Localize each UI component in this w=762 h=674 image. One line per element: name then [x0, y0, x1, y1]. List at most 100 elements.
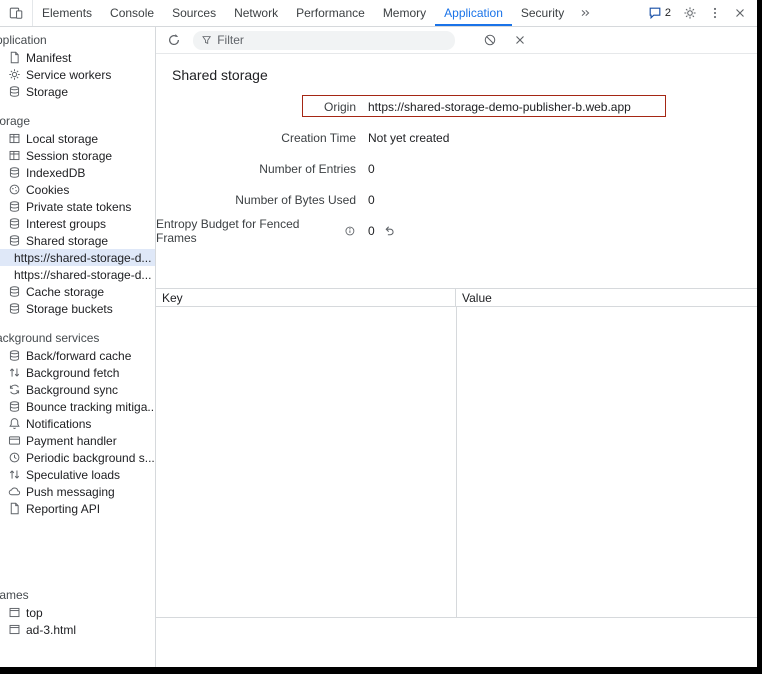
sidebar-tree: Application Manifest Service workers Sto… [0, 32, 156, 638]
origin-row: Origin https://shared-storage-demo-publi… [156, 91, 757, 122]
refresh-button[interactable] [163, 29, 185, 51]
filter-funnel-icon [201, 34, 212, 46]
card-icon [8, 434, 21, 447]
delete-all-button[interactable] [479, 29, 501, 51]
sidebar-item-label: Back/forward cache [26, 349, 131, 363]
filter-box[interactable] [193, 31, 455, 50]
tab-memory[interactable]: Memory [374, 0, 435, 26]
column-divider[interactable] [456, 307, 457, 617]
tab-sources[interactable]: Sources [163, 0, 225, 26]
undo-icon [383, 224, 396, 237]
sidebar-item-label: Periodic background s... [26, 451, 155, 465]
sidebar-item-periodic-background-sync[interactable]: Periodic background s... [0, 449, 156, 466]
more-options-button[interactable] [704, 2, 726, 24]
up-down-arrows-icon [8, 468, 21, 481]
database-icon [8, 400, 21, 413]
console-messages-indicator[interactable]: 2 [643, 6, 676, 20]
database-icon [8, 234, 21, 247]
sidebar-item-session-storage[interactable]: Session storage [0, 147, 156, 164]
sidebar-item-label: Cookies [26, 183, 69, 197]
settings-button[interactable] [679, 2, 701, 24]
number-of-bytes-row: Number of Bytes Used 0 [156, 184, 757, 215]
entries-table-body [156, 307, 757, 618]
database-icon [8, 85, 21, 98]
clear-filter-button[interactable] [509, 29, 531, 51]
creation-time-label: Creation Time [156, 131, 356, 145]
close-icon [513, 33, 527, 47]
entries-table-header: Key Value [156, 288, 757, 307]
sidebar-item-frame-ad-3[interactable]: ad-3.html [0, 621, 156, 638]
sidebar-item-manifest[interactable]: Manifest [0, 49, 156, 66]
sidebar-item-label: Background fetch [26, 366, 119, 380]
metadata-view: Origin https://shared-storage-demo-publi… [156, 91, 757, 246]
sidebar-item-service-workers[interactable]: Service workers [0, 66, 156, 83]
sidebar-item-background-fetch[interactable]: Background fetch [0, 364, 156, 381]
origin-label: Origin [156, 100, 356, 114]
panel-toolbar [156, 27, 757, 54]
tab-security[interactable]: Security [512, 0, 573, 26]
sidebar-item-local-storage[interactable]: Local storage [0, 130, 156, 147]
document-icon [8, 51, 21, 64]
sidebar-item-speculative-loads[interactable]: Speculative loads [0, 466, 156, 483]
sidebar-item-storage[interactable]: Storage [0, 83, 156, 100]
table-icon [8, 132, 21, 145]
filter-input[interactable] [217, 33, 447, 47]
device-toolbar-icon [9, 6, 23, 20]
sidebar-item-notifications[interactable]: Notifications [0, 415, 156, 432]
sidebar-item-label: Local storage [26, 132, 98, 146]
sidebar-item-indexeddb[interactable]: IndexedDB [0, 164, 156, 181]
cloud-icon [8, 485, 21, 498]
number-of-entries-row: Number of Entries 0 [156, 153, 757, 184]
sidebar-item-shared-storage-origin-2[interactable]: https://shared-storage-d... [0, 266, 156, 283]
sidebar-item-label: Notifications [26, 417, 91, 431]
database-icon [8, 200, 21, 213]
sidebar-item-shared-storage-origin-1[interactable]: https://shared-storage-d... [0, 249, 156, 266]
tab-application[interactable]: Application [435, 0, 512, 26]
database-icon [8, 302, 21, 315]
entropy-budget-label: Entropy Budget for Fenced Frames [156, 217, 356, 245]
more-tabs-button[interactable] [573, 7, 597, 19]
sidebar-section-frames: Frames [0, 587, 156, 604]
sidebar-item-cache-storage[interactable]: Cache storage [0, 283, 156, 300]
sidebar-item-frame-top[interactable]: top [0, 604, 156, 621]
sidebar-item-shared-storage[interactable]: Shared storage [0, 232, 156, 249]
tab-console[interactable]: Console [101, 0, 163, 26]
tabbar-right-icons: 2 [643, 2, 757, 24]
shared-storage-panel: Shared storage Origin https://shared-sto… [156, 27, 757, 667]
tab-network[interactable]: Network [225, 0, 287, 26]
sidebar-item-payment-handler[interactable]: Payment handler [0, 432, 156, 449]
reset-budget-button[interactable] [383, 224, 396, 237]
close-icon [733, 6, 747, 20]
sidebar-item-background-sync[interactable]: Background sync [0, 381, 156, 398]
sync-icon [8, 383, 21, 396]
key-column-header[interactable]: Key [156, 289, 456, 306]
gear-icon [8, 68, 21, 81]
close-devtools-button[interactable] [729, 2, 751, 24]
toggle-device-toolbar-button[interactable] [0, 0, 33, 26]
tab-elements[interactable]: Elements [33, 0, 101, 26]
sidebar-item-label: Session storage [26, 149, 112, 163]
database-icon [8, 166, 21, 179]
sidebar-item-label: Manifest [26, 51, 71, 65]
refresh-icon [167, 33, 181, 47]
tab-performance[interactable]: Performance [287, 0, 374, 26]
devtools-window: Elements Console Sources Network Perform… [0, 0, 757, 667]
entropy-budget-label-text: Entropy Budget for Fenced Frames [156, 217, 340, 245]
block-icon [483, 33, 497, 47]
sidebar-item-label: IndexedDB [26, 166, 85, 180]
sidebar-item-private-state-tokens[interactable]: Private state tokens [0, 198, 156, 215]
creation-time-value: Not yet created [368, 131, 449, 145]
database-icon [8, 285, 21, 298]
sidebar-item-storage-buckets[interactable]: Storage buckets [0, 300, 156, 317]
sidebar-item-cookies[interactable]: Cookies [0, 181, 156, 198]
sidebar-item-interest-groups[interactable]: Interest groups [0, 215, 156, 232]
sidebar-item-push-messaging[interactable]: Push messaging [0, 483, 156, 500]
info-icon[interactable] [344, 225, 356, 237]
devtools-tabbar: Elements Console Sources Network Perform… [0, 0, 757, 27]
sidebar-item-label: Shared storage [26, 234, 108, 248]
value-column-header[interactable]: Value [456, 289, 757, 306]
sidebar-item-reporting-api[interactable]: Reporting API [0, 500, 156, 517]
database-icon [8, 217, 21, 230]
sidebar-item-bounce-tracking-mitigations[interactable]: Bounce tracking mitiga... [0, 398, 156, 415]
sidebar-item-back-forward-cache[interactable]: Back/forward cache [0, 347, 156, 364]
